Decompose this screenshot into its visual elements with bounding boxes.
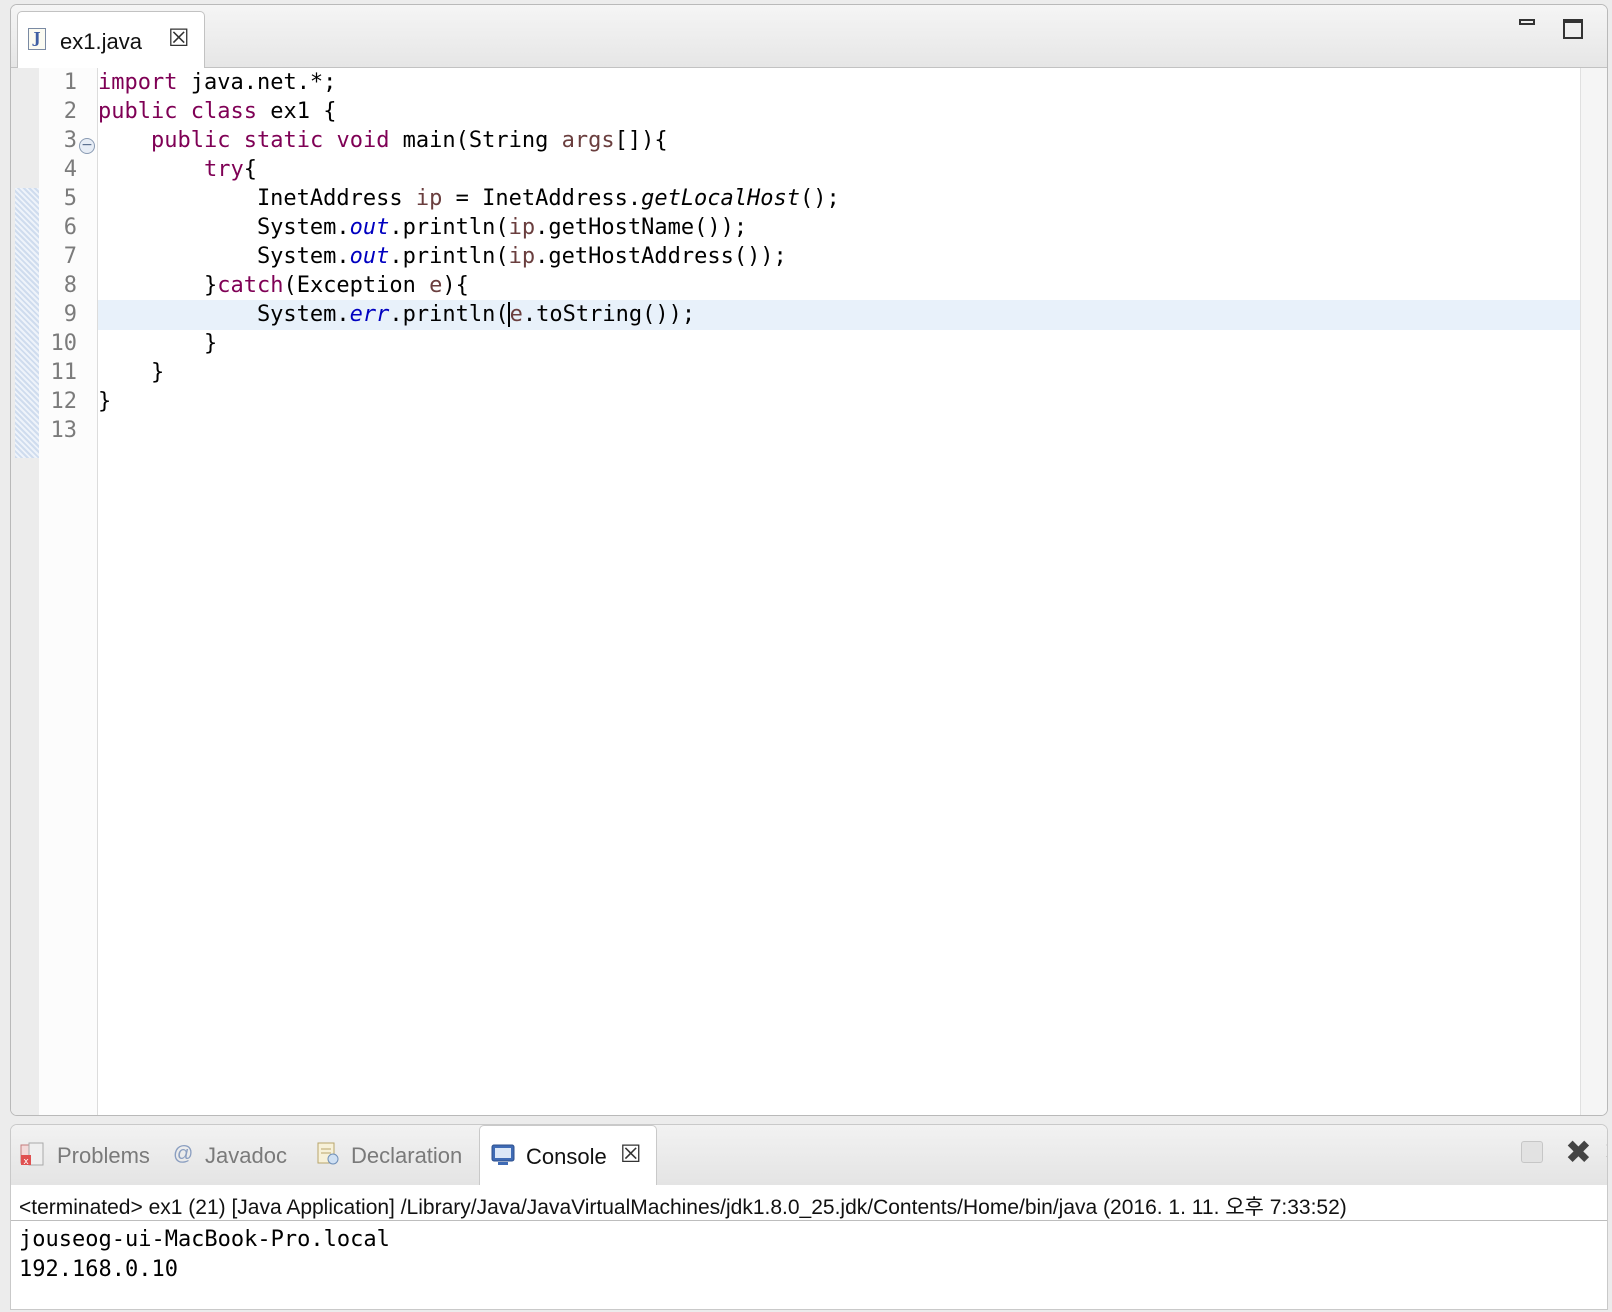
code-line[interactable]: } bbox=[98, 387, 1581, 417]
remove-all-terminated-icon[interactable]: ⨯ bbox=[1603, 1135, 1607, 1166]
line-number: 10 bbox=[50, 331, 78, 356]
console-output-line: jouseog-ui-MacBook-Pro.local bbox=[19, 1227, 390, 1252]
console-process-description: <terminated> ex1 (21) [Java Application]… bbox=[19, 1196, 1347, 1219]
problems-icon: x bbox=[19, 1141, 45, 1167]
code-editor-area[interactable]: import java.net.*; public class ex1 { pub… bbox=[98, 68, 1581, 1115]
line-number-ruler: 1 2 3 4 5 6 7 8 9 10 11 12 13 − bbox=[39, 68, 98, 1115]
divider bbox=[11, 1220, 1607, 1221]
line-number: 1 bbox=[63, 70, 77, 95]
console-monitor-icon bbox=[490, 1142, 516, 1168]
tab-javadoc[interactable]: @ Javadoc bbox=[169, 1125, 309, 1185]
tab-label: Javadoc bbox=[205, 1143, 287, 1168]
close-icon[interactable]: ☒ bbox=[168, 26, 190, 52]
editor-tab-label: ex1.java bbox=[60, 29, 142, 54]
code-line[interactable]: System.out.println(ip.getHostAddress()); bbox=[98, 242, 1581, 272]
view-tab-bar: x Problems @ Javadoc Declaration Console… bbox=[11, 1125, 1607, 1185]
code-line[interactable]: }catch(Exception e){ bbox=[98, 271, 1581, 301]
code-line[interactable]: public static void main(String args[]){ bbox=[98, 126, 1581, 156]
editor-tab-ex1-java[interactable]: J ex1.java ☒ bbox=[17, 11, 205, 68]
line-number: 3 bbox=[63, 128, 77, 153]
line-number: 9 bbox=[63, 302, 77, 327]
svg-text:x: x bbox=[23, 1157, 29, 1167]
editor-tab-bar: J ex1.java ☒ bbox=[11, 5, 1607, 68]
line-number: 8 bbox=[63, 273, 77, 298]
code-line[interactable]: import java.net.*; bbox=[98, 68, 1581, 98]
line-number: 6 bbox=[63, 215, 77, 240]
fold-collapse-icon[interactable]: − bbox=[79, 138, 95, 154]
maximize-icon[interactable] bbox=[1563, 19, 1583, 39]
tab-label: Console bbox=[526, 1144, 607, 1169]
javadoc-at-icon: @ bbox=[173, 1143, 194, 1165]
tab-problems[interactable]: x Problems bbox=[15, 1125, 165, 1185]
annotation-ruler bbox=[11, 68, 39, 1115]
code-line[interactable]: public class ex1 { bbox=[98, 97, 1581, 127]
console-output-line: 192.168.0.10 bbox=[19, 1257, 178, 1282]
tab-declaration[interactable]: Declaration bbox=[313, 1125, 475, 1185]
line-number: 13 bbox=[50, 418, 78, 443]
quick-diff-change-marker bbox=[15, 188, 39, 458]
close-icon[interactable]: ☒ bbox=[620, 1140, 642, 1169]
code-line[interactable]: } bbox=[98, 329, 1581, 359]
line-number: 5 bbox=[63, 186, 77, 211]
line-number: 2 bbox=[63, 99, 77, 124]
current-code-line[interactable]: System.err.println(e.toString()); bbox=[98, 300, 1581, 330]
line-number: 11 bbox=[50, 360, 78, 385]
line-number: 4 bbox=[63, 157, 77, 182]
remove-launch-icon[interactable]: ✖ bbox=[1565, 1133, 1592, 1171]
vertical-scrollbar[interactable] bbox=[1580, 68, 1607, 1115]
declaration-icon bbox=[315, 1141, 341, 1167]
line-number: 12 bbox=[50, 389, 78, 414]
tab-label: Declaration bbox=[351, 1143, 463, 1168]
code-line[interactable]: try{ bbox=[98, 155, 1581, 185]
code-line[interactable]: } bbox=[98, 358, 1581, 388]
editor-panel: J ex1.java ☒ 1 2 3 4 5 6 7 8 9 10 11 12 … bbox=[10, 4, 1608, 1116]
terminate-icon[interactable] bbox=[1521, 1141, 1543, 1163]
line-number: 7 bbox=[63, 244, 77, 269]
tab-console[interactable]: Console ☒ bbox=[479, 1125, 657, 1185]
code-line[interactable]: InetAddress ip = InetAddress.getLocalHos… bbox=[98, 184, 1581, 214]
tab-label: Problems bbox=[57, 1143, 150, 1168]
java-file-icon: J bbox=[28, 28, 46, 50]
code-line[interactable]: System.out.println(ip.getHostName()); bbox=[98, 213, 1581, 243]
console-panel: x Problems @ Javadoc Declaration Console… bbox=[10, 1124, 1608, 1310]
minimize-icon[interactable] bbox=[1519, 19, 1535, 25]
code-line[interactable] bbox=[98, 416, 1581, 446]
